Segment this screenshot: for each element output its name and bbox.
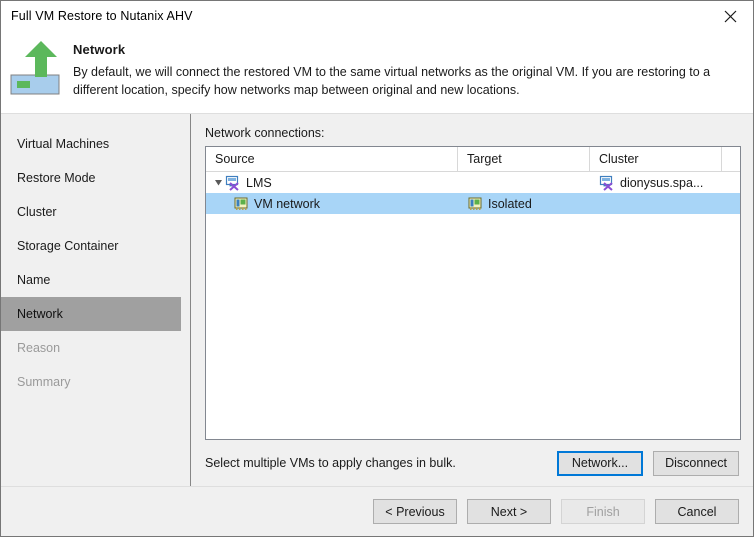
network-connections-label: Network connections: [205,126,325,141]
sidebar-item-label: Storage Container [17,239,119,254]
sidebar-item-label: Reason [17,341,61,356]
cell-target-text: Isolated [488,196,532,211]
next-button[interactable]: Next > [467,499,551,524]
wizard-header: Network By default, we will connect the … [1,31,753,115]
sidebar-item-reason[interactable]: Reason [1,331,181,365]
restore-arrow-icon [10,41,60,95]
sidebar-item-label: Network [17,307,63,322]
sidebar-item-summary[interactable]: Summary [1,365,181,399]
bulk-buttons-group: Network... Disconnect [557,450,739,476]
grid-header-row: Source Target Cluster [206,147,740,173]
bulk-hint-text: Select multiple VMs to apply changes in … [205,456,456,470]
cell-extra [722,172,740,193]
previous-button[interactable]: < Previous [373,499,457,524]
cell-source-text: LMS [246,175,272,190]
sidebar-item-label: Virtual Machines [17,137,110,152]
network-adapter-icon [467,196,483,212]
sidebar-item-network[interactable]: Network [1,297,181,332]
host-disconnected-icon [599,175,615,191]
cell-extra [722,193,740,214]
sidebar-item-virtual-machines[interactable]: Virtual Machines [1,127,181,161]
network-connections-grid[interactable]: Source Target Cluster LMS dionysus.spa..… [205,146,741,440]
header-text-block: Network By default, we will connect the … [73,37,753,99]
cell-source: LMS [206,172,458,193]
sidebar-item-label: Restore Mode [17,171,96,186]
cell-cluster [590,193,722,214]
cell-target: Isolated [458,193,590,214]
close-icon[interactable] [708,2,753,31]
table-row[interactable]: LMS dionysus.spa... [206,172,740,193]
sidebar-item-storage-container[interactable]: Storage Container [1,229,181,263]
sidebar-item-restore-mode[interactable]: Restore Mode [1,161,181,195]
column-header-extra[interactable] [722,147,740,171]
cell-source: VM network [206,193,458,214]
restore-wizard-dialog: Full VM Restore to Nutanix AHV Network B… [0,0,754,537]
cell-target [458,172,590,193]
sidebar-item-cluster[interactable]: Cluster [1,195,181,229]
finish-button[interactable]: Finish [561,499,645,524]
sidebar-item-label: Name [17,273,51,288]
disconnect-button[interactable]: Disconnect [653,450,739,476]
sidebar-item-label: Cluster [17,205,57,220]
wizard-footer: < Previous Next > Finish Cancel [1,486,753,536]
dialog-body: Virtual Machines Restore Mode Cluster St… [1,114,753,486]
grid-body: LMS dionysus.spa... VM network Isolated [206,172,740,439]
main-panel: Network connections: Source Target Clust… [191,114,753,486]
column-header-target[interactable]: Target [458,147,590,172]
header-icon-slot [1,37,73,99]
window-title: Full VM Restore to Nutanix AHV [11,9,193,23]
network-button[interactable]: Network... [557,450,643,476]
sidebar-item-name[interactable]: Name [1,263,181,297]
page-description: By default, we will connect the restored… [73,65,711,98]
cell-source-text: VM network [254,196,320,211]
cell-cluster-text: dionysus.spa... [620,175,704,190]
page-title: Network [73,42,126,57]
bulk-action-row: Select multiple VMs to apply changes in … [205,440,741,486]
cancel-button[interactable]: Cancel [655,499,739,524]
sidebar-item-label: Summary [17,375,71,390]
wizard-steps-sidebar: Virtual Machines Restore Mode Cluster St… [1,114,191,486]
expand-collapse-icon[interactable] [211,178,225,187]
column-header-source[interactable]: Source [206,147,458,172]
host-disconnected-icon [225,175,241,191]
column-header-cluster[interactable]: Cluster [590,147,722,172]
title-bar: Full VM Restore to Nutanix AHV [1,1,753,31]
cell-cluster: dionysus.spa... [590,172,722,193]
network-adapter-icon [233,196,249,212]
table-row[interactable]: VM network Isolated [206,193,740,215]
